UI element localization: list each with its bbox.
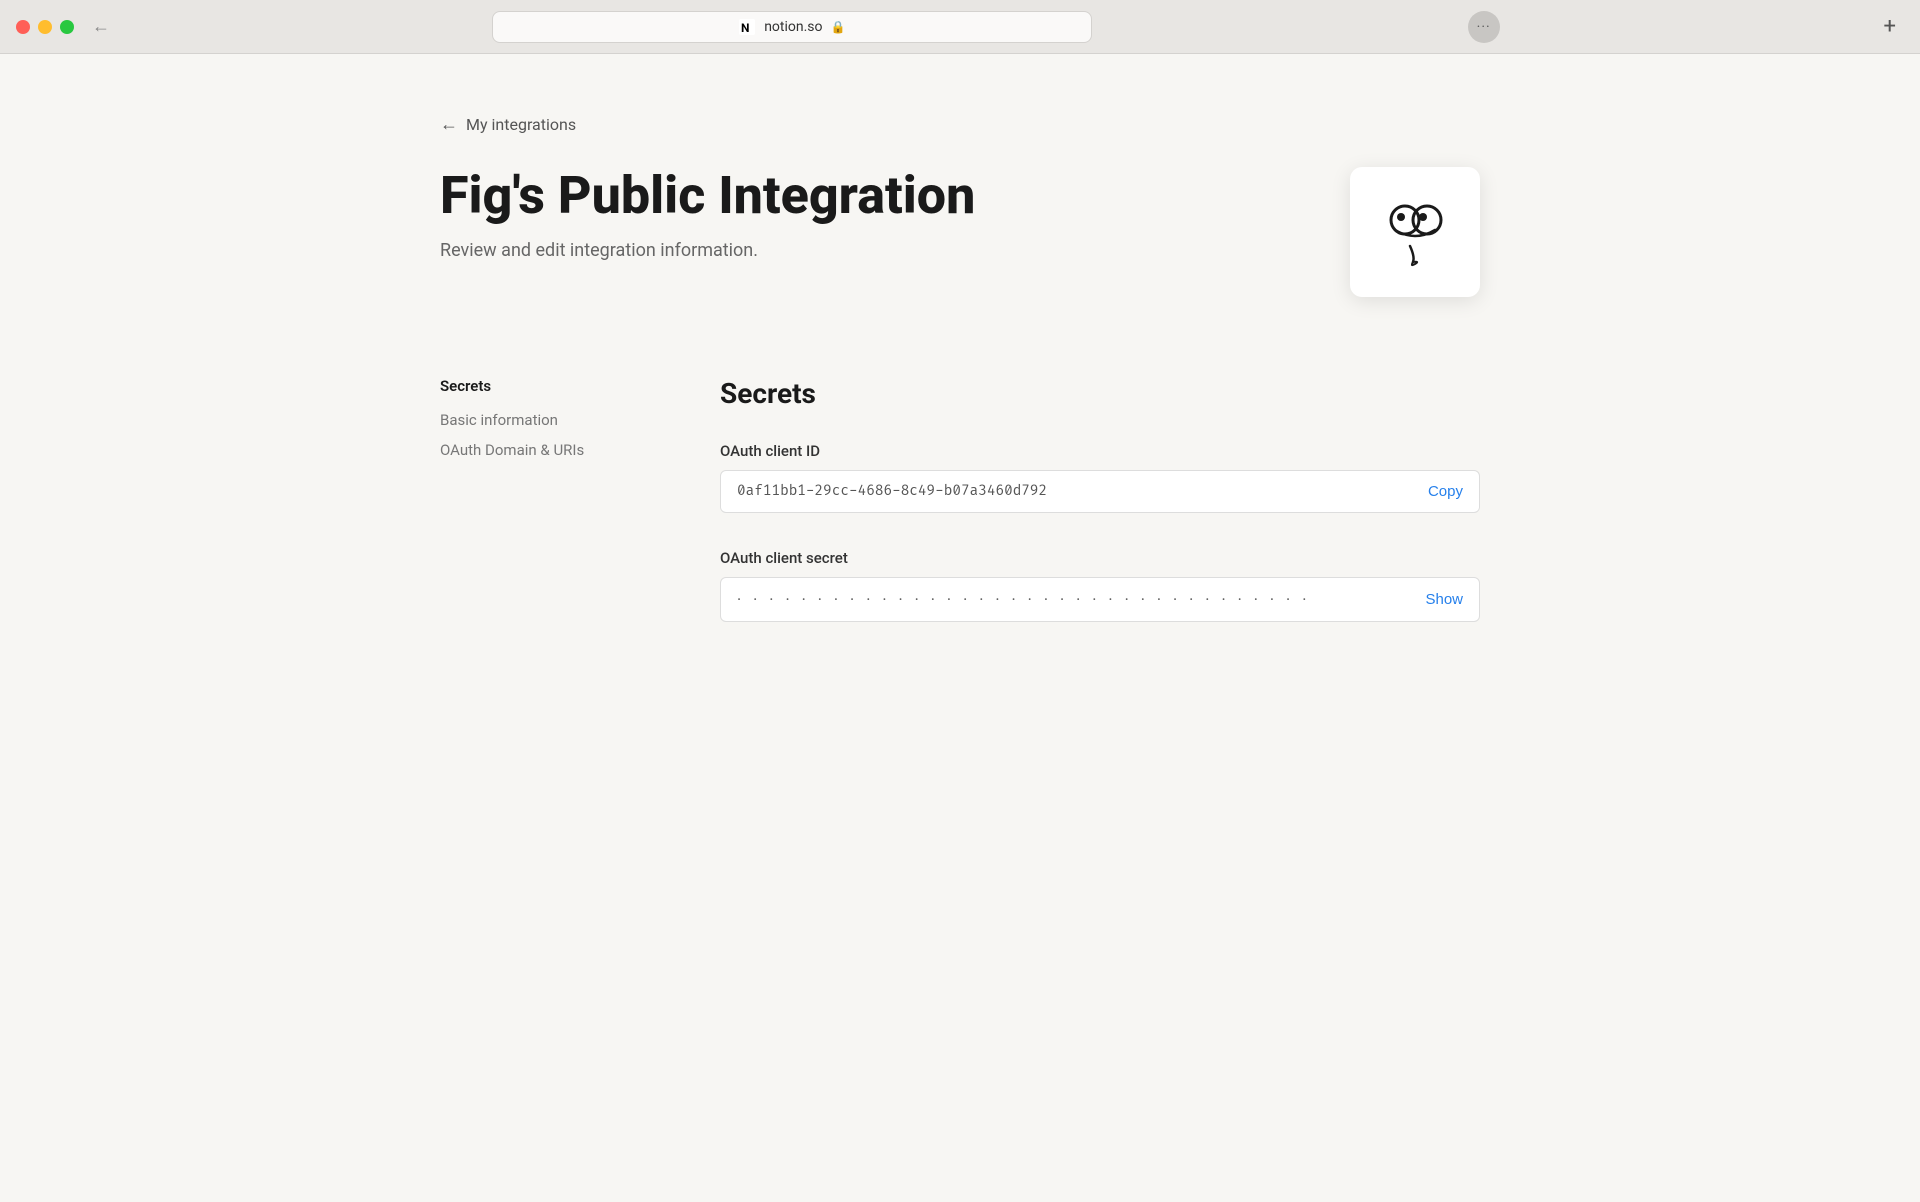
integration-logo: [1350, 167, 1480, 297]
show-secret-button[interactable]: Show: [1425, 591, 1463, 608]
secrets-section-title: Secrets: [720, 377, 1480, 410]
main-layout: Secrets Basic information OAuth Domain &…: [440, 377, 1480, 658]
browser-menu-button[interactable]: ···: [1468, 11, 1500, 43]
sidebar-item-oauth-domain[interactable]: OAuth Domain & URIs: [440, 437, 640, 463]
lock-icon: 🔒: [831, 20, 846, 34]
new-tab-button[interactable]: +: [1875, 10, 1903, 43]
copy-client-id-button[interactable]: Copy: [1428, 483, 1463, 500]
page-title: Fig's Public Integration: [440, 167, 975, 224]
address-bar-container: N notion.so 🔒: [492, 11, 1092, 43]
content-area: Secrets OAuth client ID 0af11bb1-29cc-46…: [720, 377, 1480, 658]
sidebar-item-basic-information[interactable]: Basic information: [440, 407, 640, 433]
sidebar-active-section: Secrets: [440, 377, 640, 395]
page-content: ← My integrations Fig's Public Integrati…: [0, 54, 1920, 1202]
back-arrow-icon: ←: [440, 114, 458, 135]
integration-logo-svg: [1375, 192, 1455, 272]
header-text: Fig's Public Integration Review and edit…: [440, 167, 975, 261]
browser-chrome: ← N notion.so 🔒 ··· +: [0, 0, 1920, 54]
page-subtitle: Review and edit integration information.: [440, 240, 975, 261]
oauth-client-secret-group: OAuth client secret · · · · · · · · · · …: [720, 549, 1480, 622]
back-nav-arrow[interactable]: ←: [86, 12, 116, 41]
close-button[interactable]: [16, 20, 30, 34]
browser-nav: ←: [86, 12, 116, 41]
svg-text:N: N: [741, 21, 749, 35]
oauth-client-id-group: OAuth client ID 0af11bb1-29cc-4686-8c49-…: [720, 442, 1480, 513]
maximize-button[interactable]: [60, 20, 74, 34]
address-bar[interactable]: N notion.so 🔒: [492, 11, 1092, 43]
sidebar: Secrets Basic information OAuth Domain &…: [440, 377, 640, 658]
oauth-client-id-label: OAuth client ID: [720, 442, 1480, 460]
url-text: notion.so: [764, 19, 822, 35]
notion-favicon: N: [738, 18, 756, 36]
browser-titlebar: ← N notion.so 🔒 ··· +: [16, 10, 1904, 53]
back-navigation[interactable]: ← My integrations: [440, 114, 1480, 135]
dots-icon: ···: [1477, 19, 1491, 35]
back-nav-label: My integrations: [466, 115, 576, 134]
page-header: Fig's Public Integration Review and edit…: [440, 167, 1480, 297]
oauth-client-secret-value: · · · · · · · · · · · · · · · · · · · · …: [737, 590, 1413, 609]
minimize-button[interactable]: [38, 20, 52, 34]
traffic-lights: [16, 20, 74, 34]
oauth-client-id-value: 0af11bb1-29cc-4686-8c49-b07a3460d792: [737, 483, 1416, 500]
oauth-client-secret-row: · · · · · · · · · · · · · · · · · · · · …: [720, 577, 1480, 622]
oauth-client-secret-label: OAuth client secret: [720, 549, 1480, 567]
oauth-client-id-row: 0af11bb1-29cc-4686-8c49-b07a3460d792 Cop…: [720, 470, 1480, 513]
